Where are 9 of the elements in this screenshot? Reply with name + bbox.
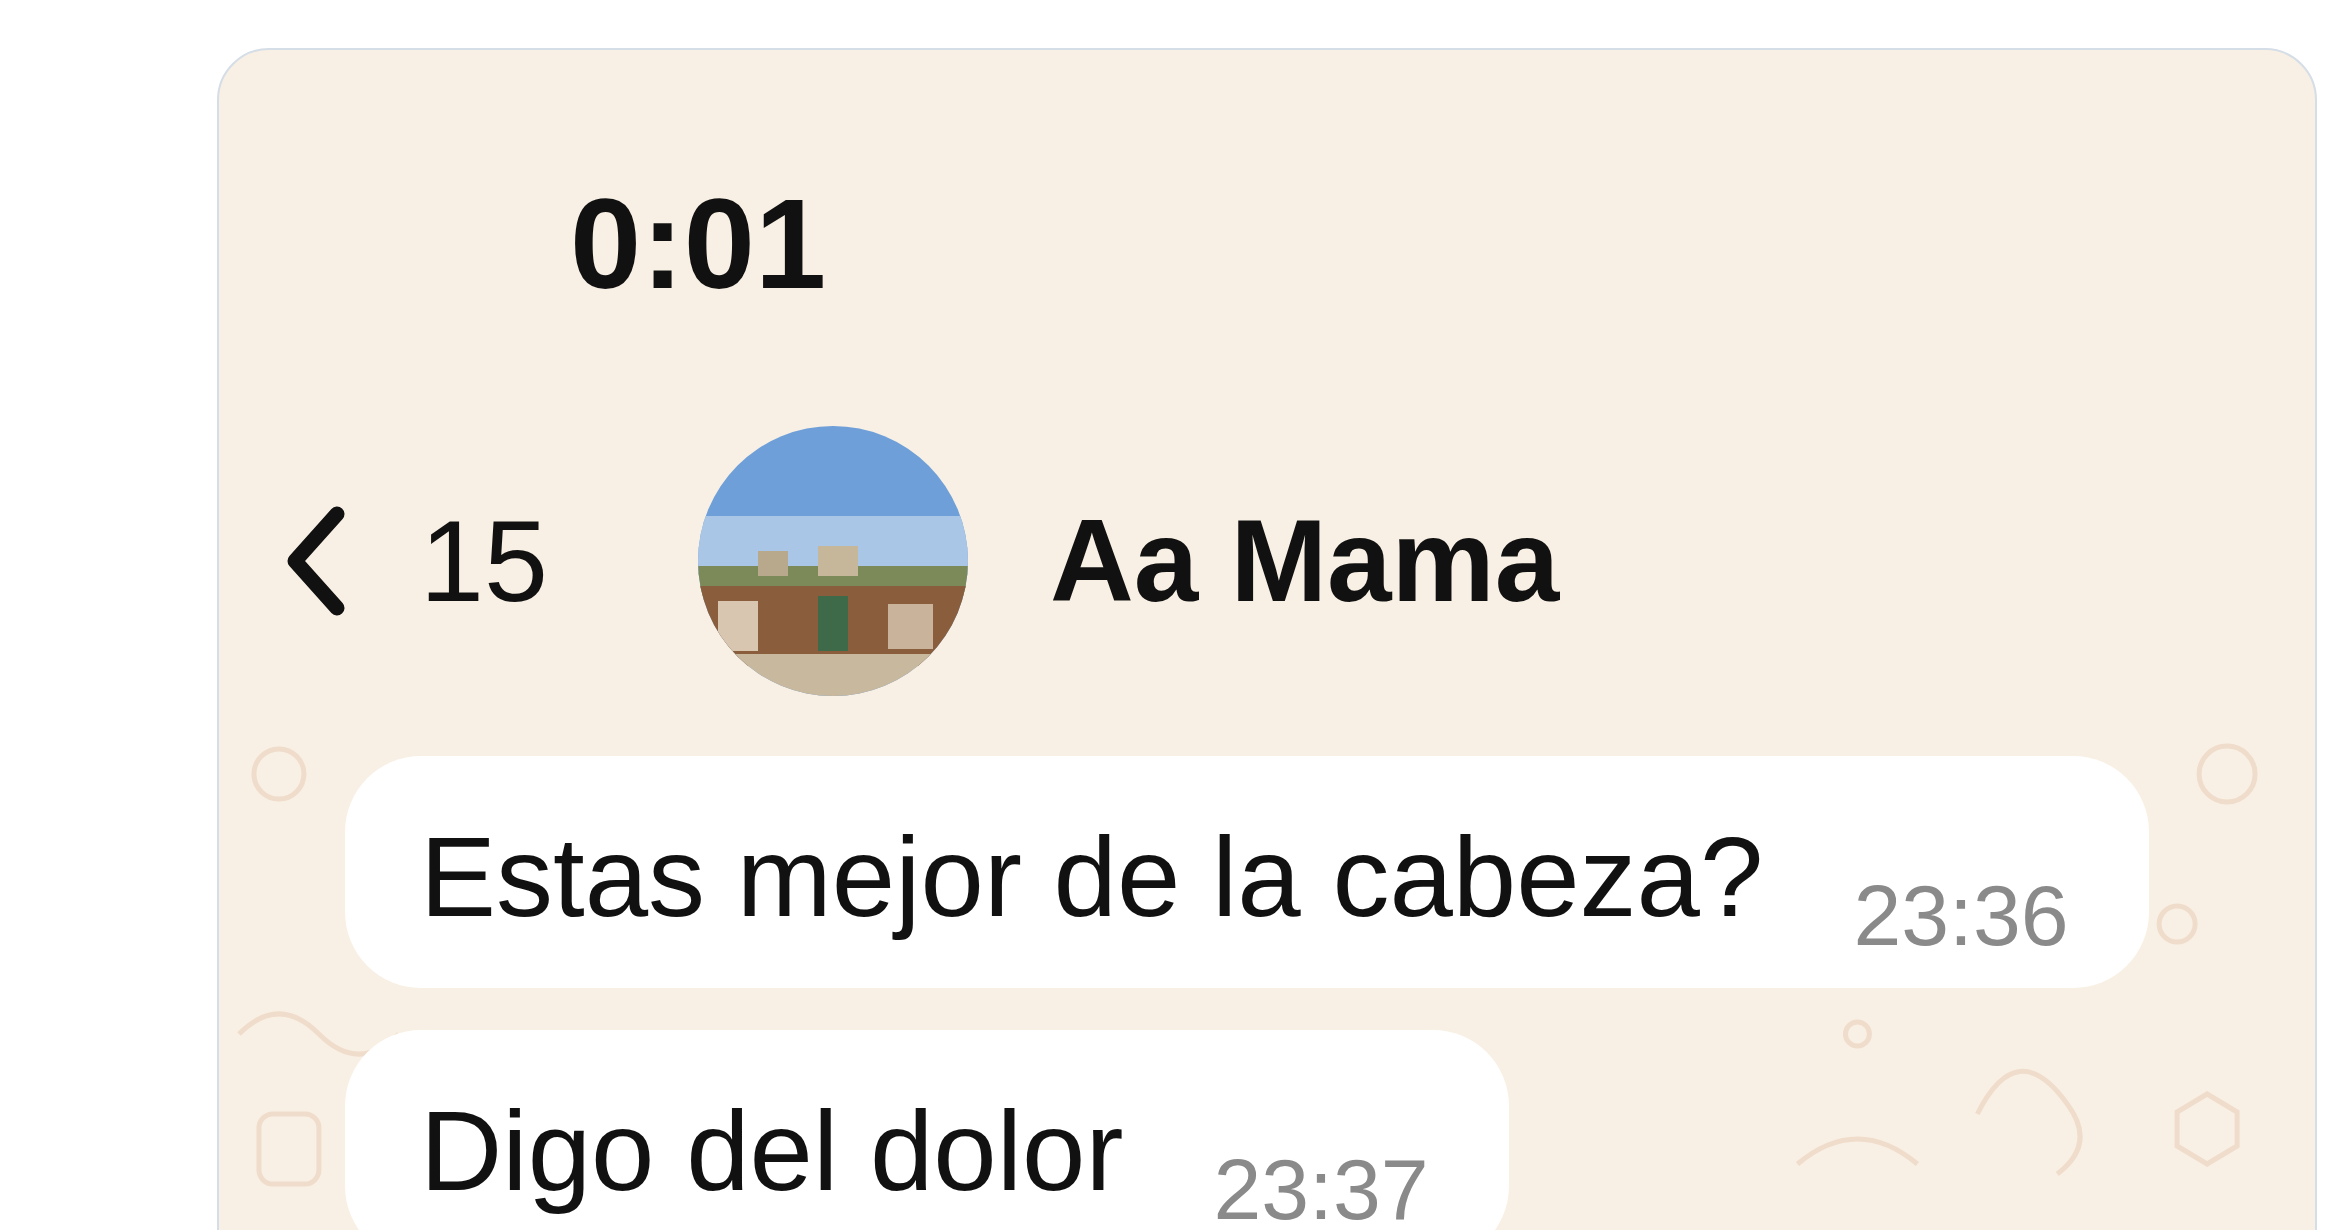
- unread-count: 15: [420, 503, 548, 619]
- message-time: 23:36: [1853, 872, 2069, 958]
- message-text: Digo del dolor: [420, 1094, 1124, 1216]
- message-time: 23:37: [1213, 1146, 1429, 1230]
- status-time: 0:01: [570, 172, 827, 315]
- back-chevron-icon: [285, 506, 345, 616]
- message-text: Estas mejor de la cabeza?: [420, 820, 1764, 942]
- contact-name[interactable]: Aa Mama: [1049, 503, 1560, 619]
- back-button[interactable]: 15: [285, 503, 548, 619]
